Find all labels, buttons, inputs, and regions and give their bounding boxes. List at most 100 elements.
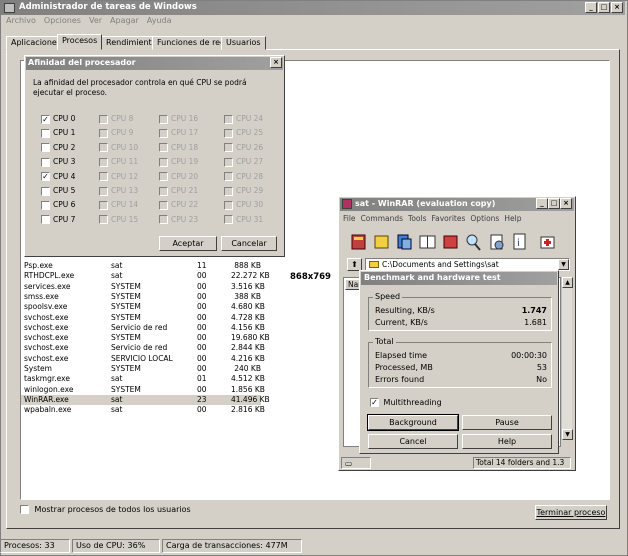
end-process-button[interactable]: Terminar proceso [535,505,607,520]
table-row[interactable]: spoolsv.exe SYSTEM 00 4.680 KB [21,302,265,312]
show-all-users-checkbox[interactable] [20,505,29,514]
cpu-label: CPU 30 [236,200,264,210]
cpu-checkbox [224,157,233,167]
cpu-option[interactable]: CPU 5 [41,186,75,196]
speed-group: Speed Resulting, KB/s 1.747 Current, KB/s… [368,292,552,331]
multithreading-checkbox[interactable]: ✓ [370,398,379,407]
cpu-checkbox[interactable] [41,200,50,210]
table-row[interactable]: winlogon.exe SYSTEM 00 1.856 KB [21,384,265,395]
cpu-option[interactable]: ✓ CPU 0 [41,114,75,124]
cpu-option[interactable]: CPU 7 [41,215,75,225]
table-row[interactable]: Psp.exe sat 11 888 KB [21,261,261,271]
cpu-option[interactable]: ✓ CPU 4 [41,172,75,182]
winrar-menu-favorites[interactable]: Favorites [432,214,466,223]
view-icon[interactable] [418,231,437,253]
background-button[interactable]: Background [367,414,459,431]
find-icon[interactable] [464,231,483,253]
scroll-down-button[interactable]: ▼ [562,429,573,440]
winrar-close-button[interactable]: × [560,198,572,209]
winrar-minimize-button[interactable]: _ [536,198,548,209]
accept-button[interactable]: Aceptar [159,236,217,251]
cpu-option: CPU 22 [159,200,198,210]
table-row[interactable]: svchost.exe Servicio de red 00 4.156 KB [21,322,265,333]
cpu-checkbox[interactable]: ✓ [41,114,50,124]
path-dropdown-button[interactable]: ▼ [558,259,569,270]
cpu-checkbox [99,172,108,182]
table-row[interactable]: WinRAR.exe sat 23 41.496 KB [21,394,270,405]
cpu-checkbox [224,143,233,153]
wizard-icon[interactable] [487,231,506,253]
bench-help-button[interactable]: Help [462,434,552,449]
cpu-checkbox [99,157,108,167]
resulting-value: 1.747 [521,306,547,315]
winrar-maximize-button[interactable]: □ [548,198,560,209]
scroll-up-button[interactable]: ▲ [562,277,573,288]
cpu-option[interactable]: CPU 6 [41,200,75,210]
cpu-checkbox[interactable] [41,128,50,138]
table-row[interactable]: wpabaln.exe sat 00 2.816 KB [21,405,265,415]
close-button[interactable]: × [611,2,623,13]
repair-icon[interactable] [538,231,557,253]
tab-funciones-de-red[interactable]: Funciones de red [152,36,231,50]
test-icon[interactable] [395,231,414,253]
file-list-scrollbar[interactable]: ▲ ▼ [561,277,573,440]
winrar-menu-options[interactable]: Options [470,214,499,223]
table-row[interactable]: svchost.exe SERVICIO LOCAL 00 4.216 KB [21,354,265,364]
delete-icon[interactable] [441,231,460,253]
table-row[interactable]: System SYSTEM 00 240 KB [21,364,261,374]
menu-ayuda[interactable]: Ayuda [147,16,172,25]
cpu-checkbox[interactable] [41,143,50,153]
cpu-option[interactable]: CPU 1 [41,128,75,138]
affinity-close-button[interactable]: × [270,57,282,68]
cpu-option[interactable]: CPU 3 [41,157,75,167]
winrar-menu-tools[interactable]: Tools [408,214,426,223]
table-row[interactable]: RTHDCPL.exe sat 00 22.272 KB [21,271,270,281]
add-icon[interactable] [349,231,368,253]
cpu-checkbox [99,114,108,124]
cpu-checkbox[interactable] [41,157,50,167]
table-row[interactable]: svchost.exe SYSTEM 00 19.680 KB [21,333,270,343]
show-all-users-option[interactable]: Mostrar procesos de todos los usuarios [20,505,191,514]
table-row[interactable]: services.exe SYSTEM 00 3.516 KB [21,282,265,292]
multithreading-option[interactable]: ✓ Multithreading [370,398,442,407]
winrar-menu-commands[interactable]: Commands [361,214,403,223]
table-row[interactable]: svchost.exe SYSTEM 00 4.728 KB [21,313,265,323]
winrar-menu-file[interactable]: File [343,214,356,223]
table-row[interactable]: smss.exe SYSTEM 00 388 KB [21,292,261,302]
maximize-button[interactable]: □ [598,2,610,13]
status-bar: Procesos: 33 Uso de CPU: 36% Carga de tr… [0,539,628,554]
cpu-checkbox[interactable] [41,215,50,225]
menu-opciones[interactable]: Opciones [44,16,81,25]
process-cpu: 11 [197,261,207,270]
extract-icon[interactable] [372,231,391,253]
cpu-checkbox [99,215,108,225]
cpu-label: CPU 18 [171,142,199,152]
cpu-checkbox[interactable] [41,186,50,196]
benchmark-titlebar[interactable]: Benchmark and hardware test [361,272,557,285]
menu-archivo[interactable]: Archivo [6,16,36,25]
current-row: Current, KB/s 1.681 [375,318,547,328]
cpu-checkbox[interactable]: ✓ [41,172,50,182]
menu-apagar[interactable]: Apagar [110,16,139,25]
process-cpu: 00 [197,322,207,332]
cpu-option[interactable]: CPU 2 [41,143,75,153]
pause-button[interactable]: Pause [462,415,552,430]
table-row[interactable]: svchost.exe Servicio de red 00 2.844 KB [21,343,265,353]
info-icon[interactable]: i [510,231,529,253]
task-manager-titlebar[interactable]: Administrador de tareas de Windows _ □ × [1,1,625,15]
process-memory: 888 KB [234,261,261,270]
process-name: winlogon.exe [24,384,74,394]
process-user: SYSTEM [111,291,141,301]
affinity-dialog-titlebar[interactable]: Afinidad del procesador × [26,57,283,70]
tab-procesos[interactable]: Procesos [57,34,103,50]
menu-ver[interactable]: Ver [89,16,102,25]
cancel-button[interactable]: Cancelar [221,236,277,251]
speed-label: Speed [373,292,403,301]
bench-cancel-button[interactable]: Cancel [368,434,458,449]
table-row[interactable]: taskmgr.exe sat 01 4.512 KB [21,374,265,384]
cpu-label: CPU 4 [53,171,76,181]
winrar-titlebar[interactable]: sat - WinRAR (evaluation copy) _ □ × [340,198,574,211]
tab-usuarios[interactable]: Usuarios [221,36,266,50]
winrar-menu-help[interactable]: Help [504,214,521,223]
minimize-button[interactable]: _ [585,2,597,13]
